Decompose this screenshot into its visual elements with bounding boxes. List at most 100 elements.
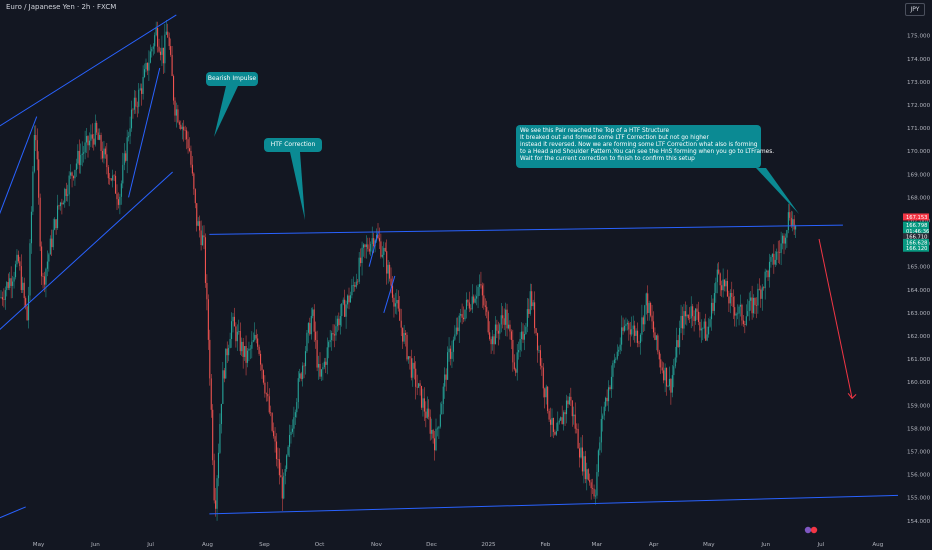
candle-body (428, 408, 430, 417)
candle-body (663, 370, 665, 381)
candle-body (270, 412, 272, 414)
analysis-note-line: It breaked out and formed some LTF Corre… (520, 135, 709, 141)
candle-body (760, 289, 762, 299)
ltf-correction-line[interactable] (383, 275, 396, 314)
candle-body (67, 194, 69, 196)
candlestick-chart[interactable]: 175.000 174.000 173.000 172.000 171.000 170.0… (0, 0, 932, 550)
analysis-note-line: Wait for the current correction to finis… (520, 156, 695, 162)
candle-body (399, 308, 401, 321)
candle-body (677, 340, 679, 348)
time-tick-label: Jul (146, 542, 154, 548)
candle-body (10, 278, 12, 286)
candle-body (449, 348, 452, 359)
range-support-line[interactable] (209, 494, 899, 515)
candle-body (210, 378, 212, 410)
candle-body (684, 311, 686, 317)
candle-body (583, 456, 585, 472)
candle-body (30, 211, 32, 244)
candle-body (246, 350, 249, 363)
candle-body (72, 176, 75, 179)
candle-body (431, 429, 433, 434)
candle-body (157, 27, 159, 47)
candle-body (438, 426, 440, 429)
impulse-trend-line[interactable] (0, 506, 26, 521)
candle-body (592, 488, 594, 489)
candle-body (476, 296, 478, 299)
candle-body (300, 373, 302, 380)
candle-body (48, 254, 50, 262)
candle-body (357, 281, 359, 283)
candle-body (360, 257, 362, 264)
candle-body (599, 442, 601, 451)
candle-body (96, 122, 98, 133)
rising-wedge-upper-line[interactable] (0, 14, 177, 130)
chart-area[interactable]: 175.000 174.000 173.000 172.000 171.000 170.0… (0, 0, 932, 550)
event-marker-icon[interactable] (804, 526, 812, 534)
candle-body (4, 290, 6, 300)
candle-body (68, 175, 70, 195)
candle-body (554, 431, 556, 435)
candle-body (84, 142, 86, 153)
candle-body (499, 324, 501, 334)
candle-body (426, 408, 428, 418)
candle-body (497, 330, 499, 334)
candle-body (112, 175, 114, 181)
candle-body (110, 178, 112, 181)
candle-body (274, 436, 276, 442)
candle-body (348, 295, 350, 303)
candle-body (199, 221, 201, 231)
candle-body (589, 480, 591, 483)
candle-body (783, 235, 785, 244)
candle-body (784, 237, 786, 244)
candle-body (593, 488, 595, 497)
htf-correction-note[interactable]: HTF Correction (264, 138, 322, 152)
candle-body (303, 365, 305, 367)
projection-arrow-line[interactable] (818, 238, 853, 399)
candle-body (136, 106, 138, 108)
candle-body (534, 302, 536, 329)
candle-body (280, 475, 282, 478)
candle-body (332, 333, 334, 335)
currency-button[interactable]: JPY (905, 3, 925, 16)
candle-body (252, 340, 254, 342)
analysis-note[interactable]: We see this Pair reached the Top of a HT… (516, 125, 774, 168)
candle-body (654, 332, 656, 340)
candle-body (171, 54, 173, 77)
candle-body (478, 284, 481, 287)
candle-body (142, 77, 144, 94)
candle-body (786, 230, 788, 238)
candle-body (729, 293, 731, 304)
candle-body (541, 365, 543, 368)
top-resistance-line[interactable] (209, 224, 843, 235)
time-tick-label: Feb (540, 542, 550, 548)
candle-body (779, 252, 781, 253)
candle-body (458, 315, 460, 332)
candle-body (529, 291, 531, 314)
candle-body (571, 400, 573, 417)
candle-body (606, 397, 608, 402)
candle-body (661, 367, 663, 371)
bearish-impulse-note[interactable]: Bearish Impulse (206, 72, 258, 86)
bearish-impulse-pointer (214, 86, 238, 137)
symbol-title[interactable]: Euro / Japanese Yen · 2h · FXCM (6, 3, 116, 11)
candle-body (705, 321, 707, 341)
candle-body (474, 298, 476, 303)
impulse-trend-line[interactable] (128, 67, 161, 198)
rising-wedge-lower-line[interactable] (0, 171, 173, 336)
candle-body (71, 172, 73, 177)
candle-body (97, 132, 99, 140)
candle-body (290, 431, 292, 435)
candle-body (718, 269, 720, 274)
event-marker-icon[interactable] (810, 526, 818, 534)
candle-body (80, 155, 82, 166)
candle-body (734, 307, 736, 316)
candle-body (45, 268, 47, 285)
candle-body (406, 334, 408, 360)
candle-body (200, 230, 202, 246)
candle-body (409, 356, 411, 359)
candle-body (225, 348, 227, 379)
candle-body (518, 349, 520, 353)
time-axis[interactable] (0, 535, 932, 550)
price-tick-label: 155.000 (907, 496, 931, 502)
candle-body (673, 366, 675, 376)
